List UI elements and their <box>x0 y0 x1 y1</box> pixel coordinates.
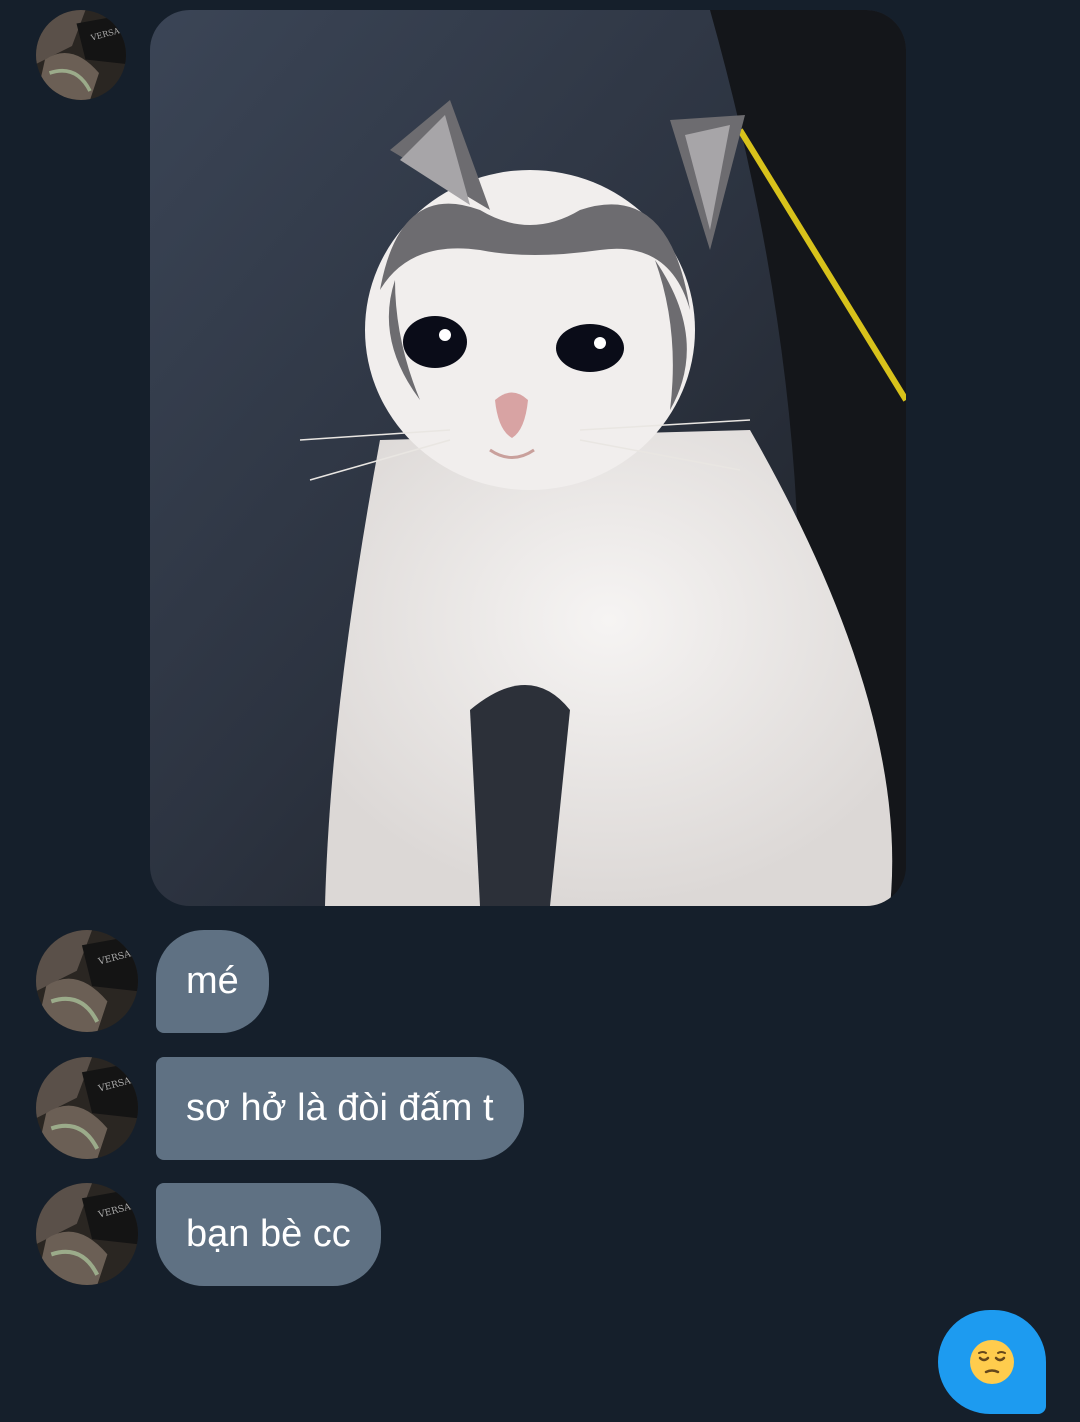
message-bubble[interactable]: sơ hở là đòi đấm t <box>156 1057 524 1160</box>
message-text: bạn bè cc <box>186 1213 351 1255</box>
chat-conversation: VERSACE VERSACE mé VERSACE sơ hở là đòi … <box>0 0 1080 1422</box>
contact-avatar[interactable]: VERSACE <box>36 930 138 1032</box>
pensive-face-icon <box>968 1338 1016 1386</box>
message-text: mé <box>186 960 239 1002</box>
avatar-image: VERSACE <box>36 930 138 1032</box>
message-bubble[interactable]: bạn bè cc <box>156 1183 381 1286</box>
contact-avatar[interactable]: VERSACE <box>36 10 126 100</box>
message-text: sơ hở là đòi đấm t <box>186 1087 494 1129</box>
photo-image <box>150 10 906 906</box>
avatar-image: VERSACE <box>36 10 126 100</box>
avatar-image: VERSACE <box>36 1183 138 1285</box>
outgoing-message-bubble[interactable] <box>938 1310 1046 1414</box>
crying-cat-photo[interactable] <box>150 10 906 906</box>
contact-avatar[interactable]: VERSACE <box>36 1183 138 1285</box>
contact-avatar[interactable]: VERSACE <box>36 1057 138 1159</box>
message-bubble[interactable]: mé <box>156 930 269 1033</box>
avatar-image: VERSACE <box>36 1057 138 1159</box>
